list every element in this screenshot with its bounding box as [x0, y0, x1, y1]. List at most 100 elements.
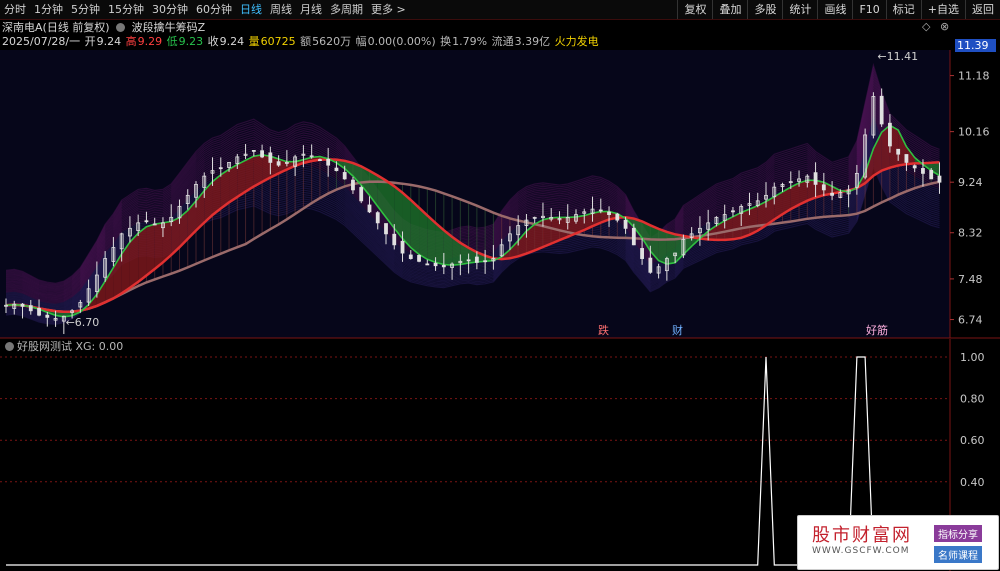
toolbar-button-5[interactable]: F10 — [852, 0, 885, 19]
toolbar-button-6[interactable]: 标记 — [885, 0, 921, 19]
candle-body — [921, 168, 925, 174]
candle-body — [607, 211, 611, 216]
sub-tick-label: 0.40 — [960, 476, 985, 489]
volume-value: 60725 — [260, 35, 296, 48]
diamond-icon[interactable]: ◇ — [922, 20, 930, 33]
trend-fill-segment — [138, 226, 147, 282]
candle-body — [631, 227, 636, 246]
sub-tick-label: 1.00 — [960, 351, 985, 364]
signal-marker-2: 好筋 — [866, 323, 888, 337]
turnover-value: 1.79% — [452, 35, 488, 48]
watermark-name: 股市财富网 — [812, 525, 912, 546]
candle-body — [483, 260, 488, 263]
volume-label: 量 — [248, 35, 260, 48]
candle-body — [326, 158, 331, 166]
open-value: 9.24 — [96, 35, 122, 48]
candle-body — [937, 175, 942, 183]
float-value: 3.39亿 — [514, 35, 551, 48]
sector-label: 火力发电 — [554, 35, 599, 48]
close-label: 收 — [207, 35, 219, 48]
candle-body — [879, 95, 884, 125]
candle-body — [904, 154, 909, 163]
period-tab-7[interactable]: 周线 — [266, 0, 296, 19]
price-tick-label: 6.74 — [958, 314, 983, 327]
candle-body — [731, 210, 735, 213]
candle-body — [408, 254, 413, 259]
quote-date: 2025/07/28/一 — [2, 35, 81, 48]
watermark-tag-share: 指标分享 — [934, 525, 982, 542]
period-tab-8[interactable]: 月线 — [296, 0, 326, 19]
signal-marker-0: 跌 — [598, 323, 609, 337]
candle-body — [384, 223, 388, 235]
low-label: 低 — [166, 35, 178, 48]
toolbar-button-1[interactable]: 叠加 — [712, 0, 747, 19]
candle-body — [28, 305, 33, 312]
price-tick-label: 9.24 — [958, 176, 983, 189]
toolbar-button-3[interactable]: 统计 — [782, 0, 817, 19]
period-tab-5[interactable]: 60分钟 — [192, 0, 236, 19]
toolbar-button-2[interactable]: 多股 — [747, 0, 782, 19]
period-tab-0[interactable]: 分时 — [0, 0, 30, 19]
close-circle-icon[interactable]: ⊗ — [940, 20, 949, 33]
toolbar-button-7[interactable]: +自选 — [920, 0, 965, 19]
candle-body — [830, 192, 834, 196]
trend-fill-segment — [542, 217, 552, 248]
period-tabs: 分时 1分钟 5分钟 15分钟 30分钟 60分钟 日线 周线 月线 多周期 更多 > — [0, 0, 410, 19]
amount-label: 额 — [300, 35, 312, 48]
toolbar-button-8[interactable]: 返回 — [965, 0, 1000, 19]
candle-body — [20, 303, 25, 307]
watermark-url: WWW.GSCFW.COM — [812, 546, 910, 556]
period-tab-4[interactable]: 30分钟 — [148, 0, 192, 19]
candle-body — [615, 213, 620, 221]
candle-body — [598, 209, 603, 212]
candle-body — [351, 179, 355, 191]
amount-value: 5620万 — [312, 35, 352, 48]
action-buttons: 复权 叠加 多股 统计 画线 F10 标记 +自选 返回 — [677, 0, 1000, 19]
candle-body — [268, 152, 273, 163]
candle-body — [367, 204, 372, 213]
candle-body — [896, 148, 901, 155]
candle-body — [640, 248, 644, 259]
quote-info-row: 2025/07/28/一 开9.24 高9.29 低9.23 收9.24 量60… — [2, 34, 600, 49]
indicator-gear-icon[interactable] — [116, 23, 126, 32]
high-marker-label: ←11.41 — [877, 50, 918, 63]
period-tab-1[interactable]: 1分钟 — [30, 0, 67, 19]
candle-body — [474, 256, 479, 263]
candle-body — [375, 212, 380, 224]
period-tab-10[interactable]: 更多 > — [367, 0, 410, 19]
period-tab-3[interactable]: 15分钟 — [104, 0, 148, 19]
close-value: 9.24 — [219, 35, 245, 48]
period-tab-6[interactable]: 日线 — [236, 0, 266, 19]
sub-tick-label: 0.60 — [960, 434, 985, 447]
price-tick-label: 7.48 — [958, 273, 983, 286]
toolbar-button-4[interactable]: 画线 — [817, 0, 852, 19]
candle-body — [318, 159, 322, 162]
period-tab-2[interactable]: 5分钟 — [67, 0, 104, 19]
candle-body — [218, 167, 223, 170]
price-tick-label: 8.32 — [958, 227, 983, 240]
candle-body — [417, 255, 421, 262]
indicator-name[interactable]: 波段擒牛筹码Z — [132, 21, 206, 34]
stock-title: 深南电A(日线 前复权) — [2, 21, 110, 34]
candle-body — [251, 149, 256, 152]
watermark-tag-course: 名师课程 — [934, 546, 982, 563]
turnover-label: 换 — [440, 35, 452, 48]
high-label: 高 — [125, 35, 137, 48]
change-label: 幅 — [355, 35, 367, 48]
price-tick-label: 10.16 — [958, 126, 990, 139]
low-value: 9.23 — [178, 35, 204, 48]
candle-body — [912, 165, 917, 169]
candle-body — [821, 184, 826, 191]
toolbar-button-0[interactable]: 复权 — [677, 0, 712, 19]
period-tab-9[interactable]: 多周期 — [326, 0, 367, 19]
candle-body — [888, 122, 892, 147]
open-label: 开 — [84, 35, 96, 48]
sub-tick-label: 0.80 — [960, 393, 985, 406]
candle-body — [144, 220, 149, 223]
period-toolbar: 分时 1分钟 5分钟 15分钟 30分钟 60分钟 日线 周线 月线 多周期 更多 > 复权 叠加 多股… — [0, 0, 1000, 20]
candle-body — [441, 264, 446, 268]
candle-body — [359, 187, 364, 202]
candlestick-chart[interactable]: ←6.70 ←11.41 跌 财 好筋 11.18 10.16 9.24 8.32 7.48 6.… — [0, 50, 1000, 340]
candle-body — [334, 167, 339, 172]
candle-body — [648, 257, 653, 273]
